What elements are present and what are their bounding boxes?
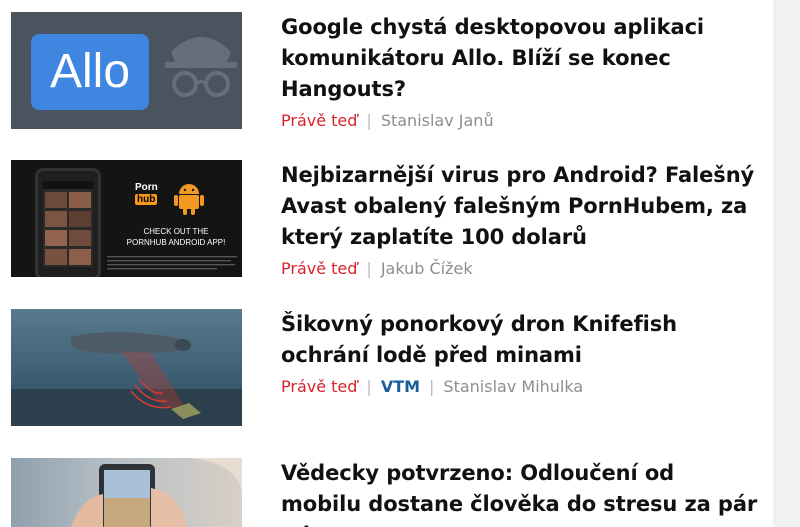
meta-separator: | [366,111,372,130]
article-meta: Právě teď | VTM | Stanislav Mihulka [281,376,761,398]
article-thumbnail[interactable] [11,309,242,426]
article-item: Šikovný ponorkový dron Knifefish ochrání… [11,309,766,439]
phone-image [35,168,101,277]
article-author[interactable]: Jakub Čížek [381,259,473,278]
meta-separator: | [429,377,435,396]
article-thumbnail[interactable]: Porn hub CHECK OUT THE PORNHUB ANDROID A… [11,160,242,277]
allo-logo: Allo [31,34,149,110]
article-meta: Právě teď | Jakub Čížek [281,258,761,280]
meta-separator: | [366,377,372,396]
article-title[interactable]: Nejbizarnější virus pro Android? Falešný… [281,160,761,253]
article-content: Šikovný ponorkový dron Knifefish ochrání… [281,309,761,398]
phone-in-hand-image [71,458,242,527]
article-author[interactable]: Stanislav Janů [381,111,494,130]
article-time: Právě teď [281,377,358,396]
article-meta: Právě teď | Stanislav Janů [281,110,761,132]
article-item: Vědecky potvrzeno: Odloučení od mobilu d… [11,458,766,527]
right-sidebar [773,0,800,527]
article-category[interactable]: VTM [381,377,420,396]
article-thumbnail[interactable]: Allo [11,12,242,129]
article-item: Allo Google chystá desktopovou aplikaci … [11,12,766,142]
thumbnail-caption: CHECK OUT THE PORNHUB ANDROID APP! [126,227,226,247]
article-content: Nejbizarnější virus pro Android? Falešný… [281,160,761,280]
incognito-icon [165,37,237,97]
article-time: Právě teď [281,259,358,278]
article-thumbnail[interactable] [11,458,242,527]
article-time: Právě teď [281,111,358,130]
pornhub-logo: Porn hub [135,182,158,205]
article-title[interactable]: Šikovný ponorkový dron Knifefish ochrání… [281,309,761,371]
fine-print [107,256,237,270]
underwater-drone-image [11,332,242,426]
article-title[interactable]: Vědecky potvrzeno: Odloučení od mobilu d… [281,458,761,527]
article-feed: Allo Google chystá desktopovou aplikaci … [0,0,773,527]
android-icon [174,184,204,215]
meta-separator: | [366,259,372,278]
article-author[interactable]: Stanislav Mihulka [443,377,583,396]
article-content: Google chystá desktopovou aplikaci komun… [281,12,761,132]
article-content: Vědecky potvrzeno: Odloučení od mobilu d… [281,458,761,527]
app-grid [43,181,93,265]
article-title[interactable]: Google chystá desktopovou aplikaci komun… [281,12,761,105]
article-item: Porn hub CHECK OUT THE PORNHUB ANDROID A… [11,160,766,290]
